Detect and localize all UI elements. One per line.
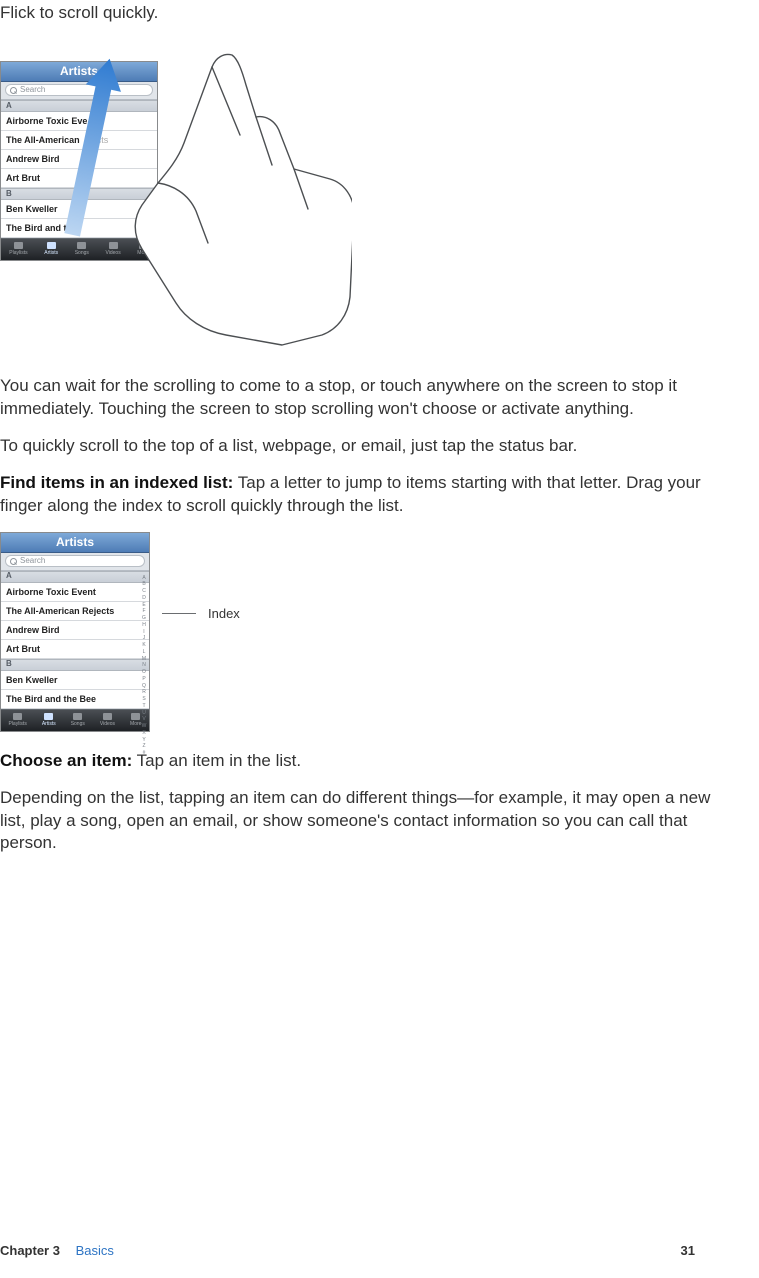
chapter-title: Basics <box>76 1243 114 1258</box>
callout-line <box>162 613 196 614</box>
tab-label: Songs <box>71 721 85 728</box>
para-scroll-top: To quickly scroll to the top of a list, … <box>0 435 727 458</box>
list-item: Art Brut <box>1 640 149 659</box>
list-item: Ben Kweller <box>1 671 149 690</box>
choose-item-body: Tap an item in the list. <box>137 751 301 770</box>
page-number: 31 <box>681 1242 695 1260</box>
para-choose-item: Choose an item: Tap an item in the list. <box>0 750 727 773</box>
find-items-label: Find items in an indexed list: <box>0 473 233 492</box>
tab-label: More <box>130 721 141 728</box>
ipod-title: Artists <box>1 533 149 553</box>
hand-illustration <box>52 35 352 355</box>
more-icon <box>131 713 140 720</box>
videos-icon <box>103 713 112 720</box>
section-header-a: A <box>1 571 149 583</box>
tab-label: Artists <box>42 721 56 728</box>
index-callout-label: Index <box>208 605 240 623</box>
list-item: The Bird and the Bee <box>1 690 149 709</box>
songs-icon <box>73 713 82 720</box>
search-icon <box>10 558 17 565</box>
ipod-screenshot-index: Artists Search A Airborne Toxic Event Th… <box>0 532 150 732</box>
artists-icon <box>44 713 53 720</box>
para-depending: Depending on the list, tapping an item c… <box>0 787 727 856</box>
list-item: Andrew Bird <box>1 621 149 640</box>
page-footer: Chapter 3 Basics 31 <box>0 1242 695 1260</box>
tab-label: Playlists <box>8 721 26 728</box>
figure-index: Artists Search A Airborne Toxic Event Th… <box>0 532 727 732</box>
ipod-searchbar: Search <box>1 553 149 571</box>
playlists-icon <box>13 713 22 720</box>
choose-item-label: Choose an item: <box>0 751 132 770</box>
section-header-b: B <box>1 659 149 671</box>
tab-label: Videos <box>100 721 115 728</box>
search-placeholder: Search <box>20 556 45 567</box>
search-placeholder: Search <box>20 85 45 96</box>
para-find-indexed: Find items in an indexed list: Tap a let… <box>0 472 727 518</box>
para-stop-scrolling: You can wait for the scrolling to come t… <box>0 375 727 421</box>
chapter-label: Chapter 3 <box>0 1243 60 1258</box>
list-item: Airborne Toxic Event <box>1 583 149 602</box>
playlists-icon <box>14 242 23 249</box>
ipod-tabbar: Playlists Artists Songs Videos More <box>1 709 149 731</box>
list-item: The All-American Rejects <box>1 602 149 621</box>
tab-label: Playlists <box>9 250 27 257</box>
flick-instruction: Flick to scroll quickly. <box>0 2 727 25</box>
figure-flick: Artists Search A Airborne Toxic Eve The … <box>0 41 727 347</box>
search-icon <box>10 87 17 94</box>
